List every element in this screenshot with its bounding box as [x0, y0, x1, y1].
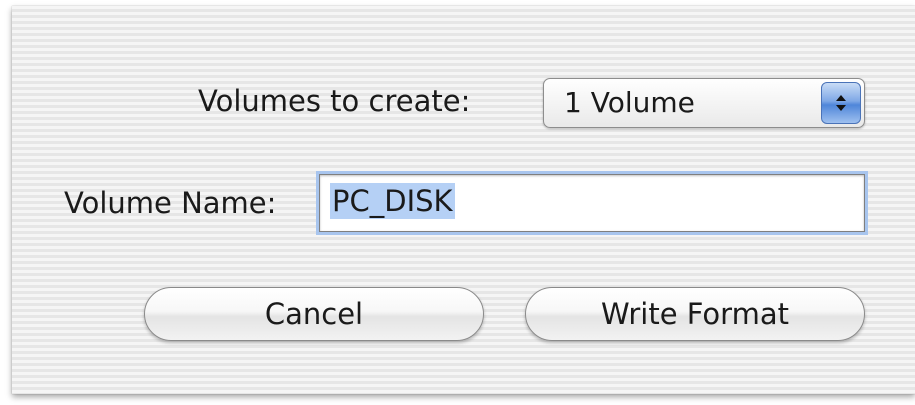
volume-name-field[interactable]: PC_DISK: [319, 174, 865, 232]
volumes-to-create-popup[interactable]: 1 Volume: [543, 78, 865, 128]
up-down-chevron-icon[interactable]: [821, 82, 861, 124]
write-format-button[interactable]: Write Format: [525, 287, 865, 341]
volume-name-label: Volume Name:: [64, 186, 277, 220]
volumes-selected-value: 1 Volume: [564, 86, 695, 119]
volume-name-selected-text[interactable]: PC_DISK: [330, 183, 455, 219]
write-format-button-label: Write Format: [601, 297, 789, 331]
volumes-to-create-label: Volumes to create:: [198, 84, 471, 118]
cancel-button[interactable]: Cancel: [144, 287, 484, 341]
cancel-button-label: Cancel: [264, 297, 364, 331]
format-dialog-sheet: Volumes to create: 1 Volume Volume Name:…: [12, 6, 915, 394]
